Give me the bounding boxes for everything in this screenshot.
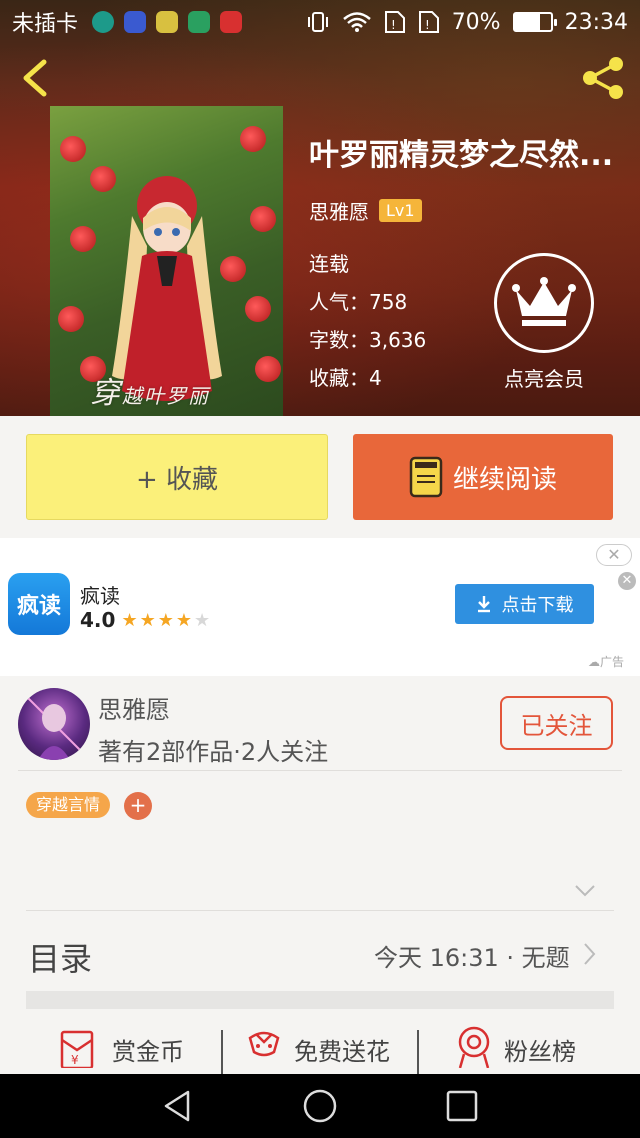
svg-text:¥: ¥ — [71, 1053, 79, 1067]
battery-level — [514, 14, 540, 30]
app-icon — [124, 11, 147, 33]
star-filled-icon: ★ — [121, 609, 140, 631]
ad-app-name: 疯读 — [80, 584, 120, 608]
separator — [417, 1030, 419, 1074]
bottom-actions: ¥ 赏金币 免费送花 粉丝榜 — [0, 1024, 640, 1074]
author-name[interactable]: 思雅愿 — [309, 196, 369, 225]
chevron-right-icon[interactable] — [582, 942, 596, 966]
system-nav-bar — [0, 1074, 640, 1138]
add-tag-button[interactable]: + — [124, 792, 152, 820]
section-separator — [26, 991, 614, 1009]
clock: 23:34 — [564, 9, 628, 35]
book-icon — [409, 456, 443, 498]
toc-label[interactable]: 目录 — [28, 934, 92, 980]
vip-circle — [494, 253, 594, 353]
svg-text:!: ! — [425, 18, 430, 32]
ad-label: ☁广告 — [588, 655, 625, 669]
continue-reading-button[interactable]: 继续阅读 — [353, 434, 613, 520]
back-icon[interactable] — [16, 56, 56, 100]
reward-button[interactable]: ¥ 赏金币 — [58, 1024, 184, 1074]
sim2-icon: ! — [418, 11, 439, 33]
author-level-badge: Lv1 — [379, 199, 422, 222]
fans-ranking-button[interactable]: 粉丝榜 — [454, 1024, 576, 1074]
flower-icon — [248, 1031, 280, 1057]
red-envelope-icon: ¥ — [60, 1030, 94, 1068]
chevron-down-icon[interactable] — [574, 884, 596, 898]
green-app-icon — [188, 11, 211, 33]
ad-close-button[interactable]: ✕ — [596, 544, 632, 566]
vip-label: 点亮会员 — [504, 367, 584, 391]
status-bar: 未插卡 ! ! 70% 23:34 — [0, 0, 640, 44]
author-section: 思雅愿 著有2部作品·2人关注 已关注 穿越言情 + 目录 今天 16:31 ·… — [0, 676, 640, 1074]
ad-rating-value: 4.0 — [80, 608, 116, 632]
nav-recent-icon[interactable] — [444, 1088, 480, 1124]
book-title: 叶罗丽精灵梦之尽然... — [309, 138, 614, 173]
latest-chapter[interactable]: 今天 16:31 · 无题 — [374, 938, 570, 973]
carrier-text: 未插卡 — [12, 12, 79, 37]
download-icon — [477, 596, 490, 613]
medal-icon — [458, 1026, 490, 1068]
nav-home-icon[interactable] — [302, 1088, 338, 1124]
author-row: 思雅愿 Lv1 — [309, 196, 624, 225]
reward-label: 赏金币 — [112, 1038, 184, 1066]
fans-ranking-label: 粉丝榜 — [504, 1038, 576, 1066]
star-filled-icon: ★ — [139, 609, 158, 631]
battery-icon — [512, 12, 557, 32]
collect-button[interactable]: + 收藏 — [26, 434, 328, 520]
battery-percent: 70% — [451, 9, 501, 35]
author-stats: 著有2部作品·2人关注 — [98, 738, 329, 766]
author-avatar[interactable] — [18, 688, 90, 760]
avatar-figure — [27, 697, 81, 760]
vibrate-icon — [307, 12, 328, 32]
wifi-icon — [342, 12, 371, 32]
follow-button[interactable]: 已关注 — [500, 696, 613, 750]
star-empty-icon: ★ — [194, 609, 213, 631]
ad-dismiss-icon[interactable]: ✕ — [618, 572, 636, 590]
author-section-name[interactable]: 思雅愿 — [98, 690, 170, 725]
genre-tag[interactable]: 穿越言情 — [26, 792, 111, 818]
music-app-icon — [220, 11, 243, 33]
svg-text:!: ! — [391, 18, 396, 32]
continue-reading-label: 继续阅读 — [452, 464, 557, 495]
moon-app-icon — [92, 11, 115, 33]
free-flowers-button[interactable]: 免费送花 — [244, 1024, 390, 1074]
star-filled-icon: ★ — [175, 609, 194, 631]
ad-download-button[interactable]: 点击下载 — [455, 584, 594, 624]
separator — [221, 1030, 223, 1074]
share-icon[interactable] — [580, 54, 628, 102]
crown-icon — [512, 277, 576, 326]
ad-rating: 4.0 ★★★★★ — [80, 608, 212, 632]
ad-app-icon: 疯读 — [8, 573, 70, 635]
star-filled-icon: ★ — [157, 609, 176, 631]
book-header: 未插卡 ! ! 70% 23:34 穿越叶罗丽 叶罗丽精灵梦之尽然... 思雅愿… — [0, 0, 640, 416]
cover-title-text: 穿越叶罗丽 — [90, 376, 210, 411]
vip-button[interactable]: 点亮会员 — [494, 253, 594, 392]
nav-back-icon[interactable] — [160, 1088, 196, 1124]
action-bar: + 收藏 继续阅读 — [0, 416, 640, 538]
ad-download-label: 点击下载 — [501, 595, 574, 616]
ad-banner[interactable]: ✕ ✕ 疯读 疯读 4.0 ★★★★★ 点击下载 ☁广告 — [0, 538, 640, 676]
free-flowers-label: 免费送花 — [294, 1038, 390, 1066]
wechat-app-icon — [156, 11, 179, 33]
divider — [26, 910, 614, 911]
rating-stars: ★★★★★ — [121, 610, 212, 631]
sim-icon: ! — [384, 11, 405, 33]
book-cover[interactable]: 穿越叶罗丽 — [50, 106, 283, 416]
divider — [18, 770, 622, 771]
